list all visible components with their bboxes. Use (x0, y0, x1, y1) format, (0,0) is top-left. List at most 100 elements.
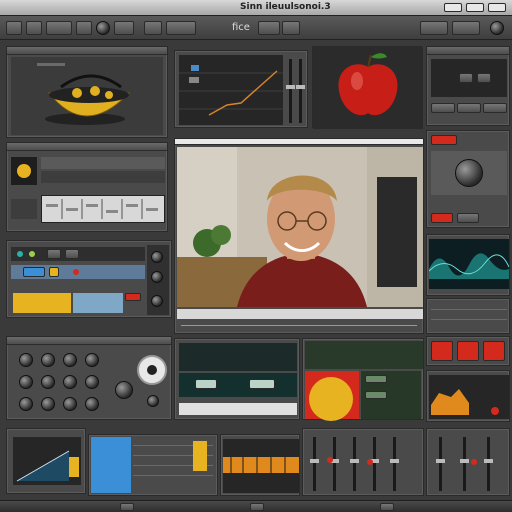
toolbar-button-4[interactable] (76, 21, 92, 35)
options-panel[interactable] (426, 298, 510, 334)
status-button[interactable] (380, 503, 394, 511)
status-button[interactable] (120, 503, 134, 511)
toolbar-dial-icon[interactable] (490, 21, 504, 35)
effect-enable-button[interactable] (431, 135, 457, 145)
meter-button[interactable] (365, 375, 387, 383)
meter-panel[interactable] (302, 338, 424, 421)
window-maximize-button[interactable] (466, 3, 484, 12)
rotary-knob[interactable] (41, 375, 55, 389)
toolbar-button-8[interactable] (258, 21, 280, 35)
channel-fader[interactable] (370, 437, 379, 491)
effect-panel[interactable] (426, 130, 510, 228)
rotary-knob[interactable] (63, 353, 77, 367)
rotary-knob[interactable] (19, 397, 33, 411)
list-panel[interactable] (88, 434, 218, 496)
rotary-knob[interactable] (85, 353, 99, 367)
channel-fader[interactable] (286, 59, 295, 123)
effect-button[interactable] (457, 213, 479, 223)
mini-button[interactable] (431, 341, 453, 361)
clip-list-panel[interactable] (6, 142, 168, 232)
video-viewer-panel[interactable] (174, 138, 424, 334)
large-knob[interactable] (115, 381, 133, 399)
scope-panel[interactable] (174, 338, 300, 420)
mixer-button[interactable] (65, 249, 79, 259)
channel-fader[interactable] (460, 437, 469, 491)
clip-track-row (41, 171, 165, 183)
channel-fader[interactable] (350, 437, 359, 491)
transport-button[interactable] (431, 103, 455, 113)
spectrum-panel[interactable] (426, 234, 510, 296)
title-bar: Sinn ileuulsonoi.3 (0, 0, 512, 16)
play-button[interactable] (459, 73, 473, 83)
rotary-knob[interactable] (63, 397, 77, 411)
curve-editor-panel[interactable] (174, 50, 308, 128)
bottom-right-panel[interactable] (426, 428, 510, 496)
ring-knob-icon[interactable] (137, 355, 167, 385)
channel-fader[interactable] (296, 59, 305, 123)
side-knob[interactable] (151, 271, 163, 283)
meter-button[interactable] (365, 391, 387, 399)
option-row[interactable] (431, 319, 507, 320)
toolbar-button-6[interactable] (144, 21, 162, 35)
rotary-knob[interactable] (41, 397, 55, 411)
effect-main-knob[interactable] (455, 159, 483, 187)
stop-button[interactable] (477, 73, 491, 83)
rotary-knob[interactable] (19, 353, 33, 367)
scope-button[interactable] (249, 379, 275, 389)
toolbar-button-3[interactable] (46, 21, 72, 35)
toolbar-button-9[interactable] (282, 21, 300, 35)
waveform-table[interactable] (41, 195, 165, 223)
channel-strip-panel[interactable] (302, 428, 424, 496)
analyzer-panel[interactable] (426, 370, 510, 422)
side-knob[interactable] (151, 295, 163, 307)
rotary-knob[interactable] (63, 375, 77, 389)
person-video-thumbnail-icon[interactable] (177, 147, 423, 307)
window-close-button[interactable] (488, 3, 506, 12)
waveform-panel[interactable] (220, 434, 300, 496)
window-minimize-button[interactable] (444, 3, 462, 12)
status-button[interactable] (250, 503, 264, 511)
rotary-knob[interactable] (85, 375, 99, 389)
toolbar-button-5[interactable] (114, 21, 134, 35)
media-panel-bowl[interactable] (6, 46, 168, 138)
mixer-button[interactable] (47, 249, 61, 259)
option-row[interactable] (431, 309, 507, 310)
apple-preview-panel[interactable] (312, 46, 423, 129)
side-knob[interactable] (151, 251, 163, 263)
toolbar-knob-icon[interactable] (96, 21, 110, 35)
knob-bank-panel[interactable] (6, 336, 172, 420)
rotary-knob[interactable] (19, 375, 33, 389)
rotary-knob[interactable] (41, 353, 55, 367)
channel-fader[interactable] (390, 437, 399, 491)
toolbar-button-2[interactable] (26, 21, 42, 35)
scope-button[interactable] (195, 379, 217, 389)
channel-fader[interactable] (484, 437, 493, 491)
toolbar-button-1[interactable] (6, 21, 22, 35)
mini-button[interactable] (457, 341, 479, 361)
transport-panel[interactable] (426, 46, 510, 126)
effect-bypass-button[interactable] (431, 213, 453, 223)
transport-line (181, 325, 417, 326)
channel-fader[interactable] (436, 437, 445, 491)
mixer-select-button[interactable] (23, 267, 45, 277)
channel-fader[interactable] (330, 437, 339, 491)
clip-thumbnail[interactable] (11, 157, 37, 185)
mini-button[interactable] (483, 341, 505, 361)
mixer-rec-button[interactable] (125, 293, 141, 301)
toolbar-button-7[interactable] (166, 21, 196, 35)
transport-button[interactable] (483, 103, 507, 113)
ring-knob-center (147, 365, 157, 375)
list-row[interactable] (133, 475, 213, 476)
toolbar-button-11[interactable] (452, 21, 480, 35)
mixer-select-button[interactable] (49, 267, 59, 277)
toolbar-button-10[interactable] (420, 21, 448, 35)
mixer-panel[interactable] (6, 240, 172, 318)
scope-display (179, 373, 297, 397)
small-knob[interactable] (147, 395, 159, 407)
channel-fader[interactable] (310, 437, 319, 491)
mini-mixer-panel[interactable] (426, 336, 510, 366)
graph-panel[interactable] (6, 428, 86, 494)
list-yellow-tag (193, 441, 207, 471)
transport-button[interactable] (457, 103, 481, 113)
rotary-knob[interactable] (85, 397, 99, 411)
